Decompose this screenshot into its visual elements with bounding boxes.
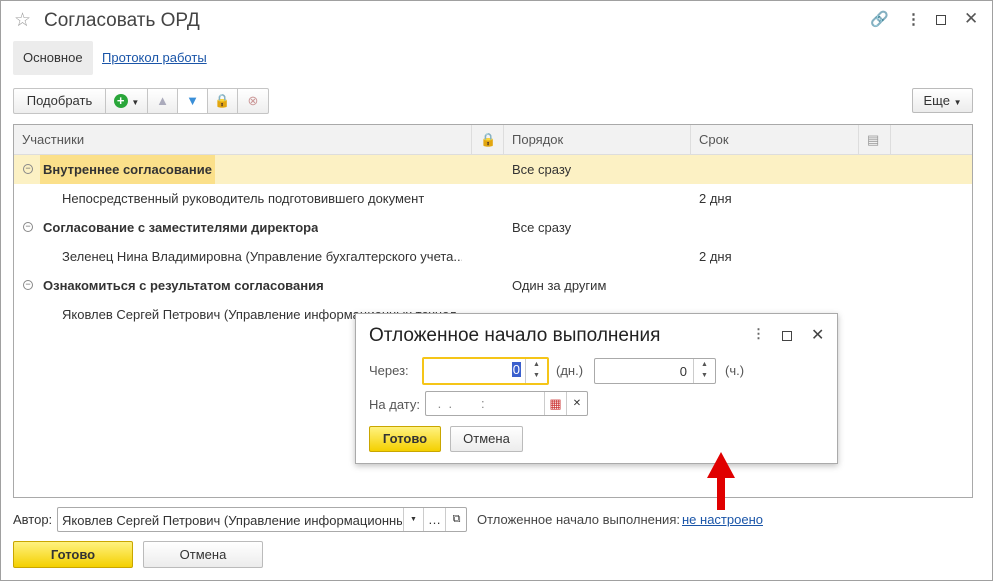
close-icon[interactable]: ✕: [964, 9, 978, 29]
clear-icon[interactable]: ✕: [566, 392, 587, 415]
delete-button[interactable]: ⊗: [238, 89, 268, 113]
hours-value: 0: [679, 364, 687, 379]
participant-cell: Внутреннее согласование: [40, 155, 215, 184]
delayed-start-link[interactable]: не настроено: [682, 512, 763, 527]
col-participants[interactable]: Участники: [14, 125, 472, 155]
maximize-icon[interactable]: [936, 15, 946, 25]
chevron-down-icon: ▼: [953, 98, 962, 107]
red-arrow-annotation: [707, 452, 735, 510]
date-label: На дату:: [369, 397, 420, 412]
calendar-icon[interactable]: ▦: [544, 392, 566, 415]
days-spinner[interactable]: ▲ ▼: [525, 359, 547, 383]
tab-protocol[interactable]: Протокол работы: [92, 41, 217, 75]
collapse-icon[interactable]: −: [23, 164, 33, 174]
participant-cell: Непосредственный руководитель подготовив…: [62, 191, 425, 206]
order-cell: Все сразу: [512, 162, 572, 177]
col-order[interactable]: Порядок: [504, 125, 691, 155]
hours-input[interactable]: 0 ▲ ▼: [594, 358, 716, 384]
add-button[interactable]: + ▼: [106, 89, 148, 113]
more-label: Еще: [923, 93, 950, 108]
ok-button[interactable]: Готово: [13, 541, 133, 568]
col-term[interactable]: Срок: [691, 125, 859, 155]
dialog-title: Отложенное начало выполнения: [369, 325, 661, 346]
move-down-button[interactable]: ▼: [178, 89, 208, 113]
days-unit: (дн.): [556, 363, 584, 378]
dialog-close-icon[interactable]: ✕: [811, 325, 824, 345]
collapse-icon[interactable]: −: [23, 222, 33, 232]
hours-unit: (ч.): [725, 363, 745, 378]
arrow-down-icon: ▼: [186, 93, 199, 108]
date-mask: . . :: [434, 396, 485, 411]
dialog-maximize-icon[interactable]: [782, 331, 792, 341]
more-menu-icon[interactable]: ⋮: [906, 10, 921, 28]
grid-header: Участники 🔒 Порядок Срок ▤: [14, 125, 972, 155]
author-field[interactable]: Яковлев Сергей Петрович (Управление инфо…: [57, 507, 467, 532]
participant-cell: Согласование с заместителями директора: [43, 220, 319, 235]
date-input[interactable]: . . : ▦ ✕: [425, 391, 588, 416]
table-row[interactable]: Зеленец Нина Владимировна (Управление бу…: [14, 242, 972, 271]
open-icon[interactable]: ⧉: [445, 508, 467, 531]
author-label: Автор:: [13, 512, 53, 527]
pick-button[interactable]: Подобрать: [14, 89, 106, 113]
collapse-icon[interactable]: −: [23, 280, 33, 290]
chevron-down-icon: ▼: [131, 98, 140, 107]
add-icon: +: [113, 94, 128, 108]
tab-main[interactable]: Основное: [13, 41, 93, 75]
comment-column-icon[interactable]: ▤: [859, 125, 891, 155]
delayed-start-dialog: Отложенное начало выполнения ⋮ ✕ Через: …: [355, 313, 838, 464]
window-title: Согласовать ОРД: [44, 10, 200, 31]
table-row[interactable]: Непосредственный руководитель подготовив…: [14, 184, 972, 213]
dropdown-icon[interactable]: ▼: [403, 508, 423, 531]
group-row[interactable]: − Внутреннее согласование Все сразу: [14, 155, 972, 184]
favorite-star-icon[interactable]: ☆: [14, 9, 31, 32]
lock-icon: 🔒: [214, 93, 231, 108]
more-button[interactable]: Еще ▼: [912, 88, 973, 113]
hours-spinner[interactable]: ▲ ▼: [693, 359, 715, 383]
dialog-more-icon[interactable]: ⋮: [752, 326, 765, 342]
term-cell: 2 дня: [699, 191, 732, 206]
link-icon[interactable]: 🔗: [870, 10, 889, 28]
dialog-ok-button[interactable]: Готово: [369, 426, 441, 452]
order-cell: Один за другим: [512, 278, 607, 293]
participant-cell: Ознакомиться с результатом согласования: [43, 278, 324, 293]
term-cell: 2 дня: [699, 249, 732, 264]
delayed-start-label: Отложенное начало выполнения:: [477, 512, 680, 527]
cancel-button[interactable]: Отмена: [143, 541, 263, 568]
author-value: Яковлев Сергей Петрович (Управление инфо…: [62, 513, 402, 528]
lock-button[interactable]: 🔒: [208, 89, 238, 113]
days-input[interactable]: 0 ▲ ▼: [422, 357, 549, 385]
days-value: 0: [511, 362, 521, 377]
group-row[interactable]: − Согласование с заместителями директора В…: [14, 213, 972, 242]
delete-icon: ⊗: [247, 93, 259, 108]
lock-column-icon[interactable]: 🔒: [472, 125, 504, 155]
dialog-cancel-button[interactable]: Отмена: [450, 426, 523, 452]
grid-toolbar: Подобрать + ▼ ▲ ▼ 🔒 ⊗: [13, 88, 269, 114]
arrow-up-icon: ▲: [156, 93, 169, 108]
select-button[interactable]: …: [423, 508, 445, 531]
group-row[interactable]: − Ознакомиться с результатом согласования…: [14, 271, 972, 300]
through-label: Через:: [369, 363, 409, 378]
order-cell: Все сразу: [512, 220, 572, 235]
move-up-button[interactable]: ▲: [148, 89, 178, 113]
participant-cell: Зеленец Нина Владимировна (Управление бу…: [62, 249, 462, 264]
